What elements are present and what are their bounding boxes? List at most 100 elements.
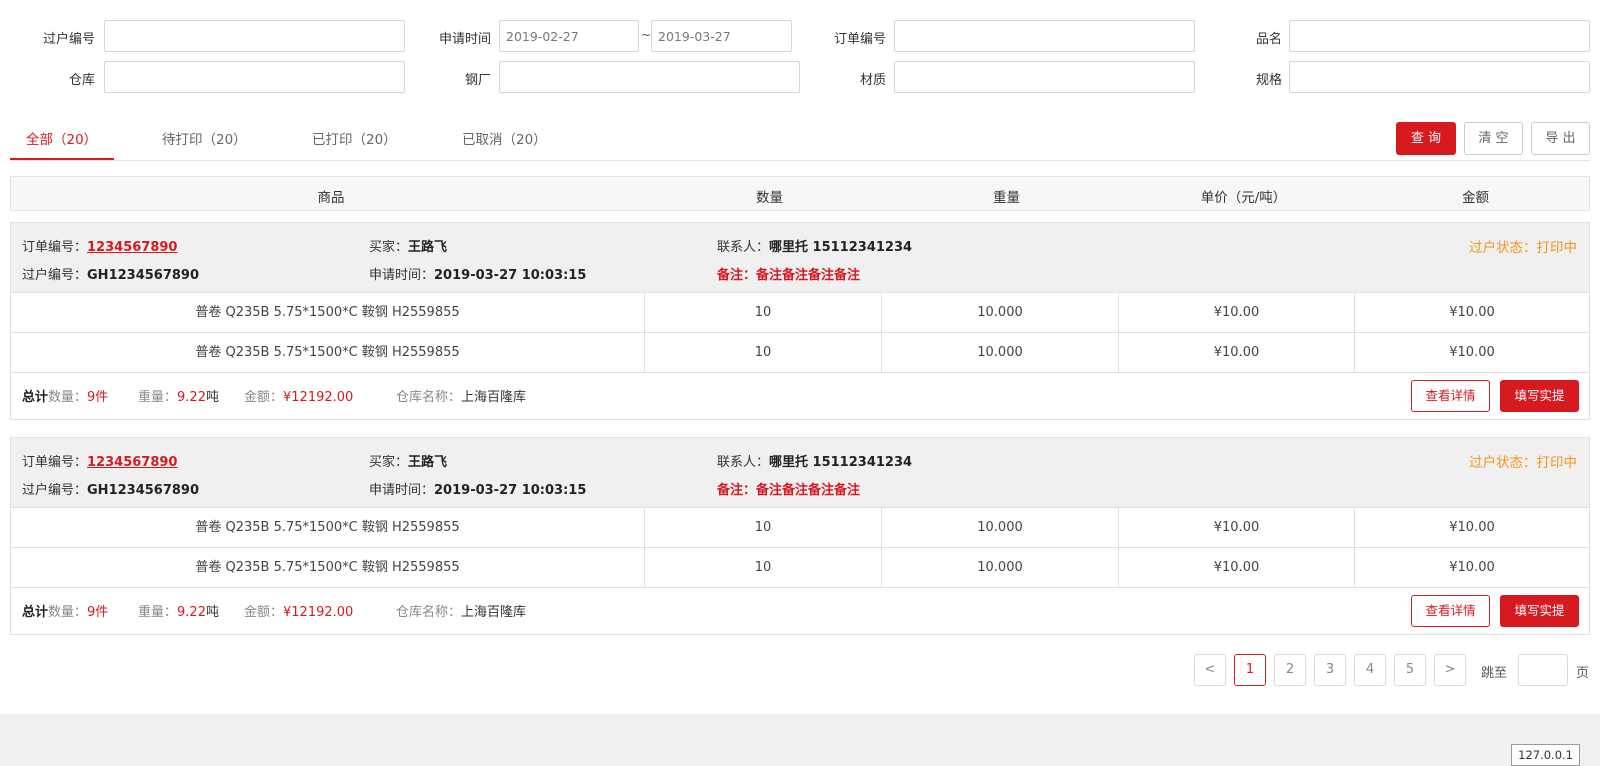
buyer-value: 王路飞 bbox=[408, 240, 448, 255]
transfer-no: 过户编号：GH1234567890 bbox=[22, 479, 199, 498]
page-2-button[interactable]: 2 bbox=[1274, 654, 1306, 686]
cell-unit-price: ¥10.00 bbox=[1118, 548, 1354, 588]
view-detail-button[interactable]: 查看详情 bbox=[1411, 595, 1490, 627]
order-no-link[interactable]: 1234567890 bbox=[87, 455, 177, 470]
tab-printed[interactable]: 已打印（20） bbox=[312, 128, 397, 148]
warehouse-name-value: 上海百隆库 bbox=[461, 605, 527, 620]
page-5-button[interactable]: 5 bbox=[1394, 654, 1426, 686]
cell-product: 普卷 Q235B 5.75*1500*C 鞍钢 H2559855 bbox=[195, 345, 460, 360]
remark-label: 备注： bbox=[717, 268, 757, 283]
spec-label: 规格 bbox=[1255, 73, 1282, 88]
col-product: 商品 bbox=[317, 190, 345, 206]
weight-value: 9.22 bbox=[177, 390, 206, 405]
status-tabs: 全部（20） 待打印（20） 已打印（20） 已取消（20） bbox=[10, 114, 1590, 161]
view-detail-button[interactable]: 查看详情 bbox=[1411, 380, 1490, 412]
cell-qty: 10 bbox=[644, 548, 881, 588]
filter-row-1: 过户编号 申请时间 2019-02-27 ~ 2019-03-27 订单编号 品… bbox=[0, 20, 1600, 52]
order-footer: 总计数量：9件 重量：9.22吨 金额：¥12192.00 仓库名称：上海百隆库… bbox=[11, 588, 1589, 634]
remark-label: 备注： bbox=[717, 483, 757, 498]
warehouse-name-label: 仓库名称： bbox=[396, 605, 462, 620]
warehouse-input[interactable] bbox=[104, 61, 405, 93]
weight-label: 重量： bbox=[138, 605, 178, 620]
amount-label: 金额： bbox=[244, 390, 284, 405]
export-button[interactable]: 导 出 bbox=[1531, 122, 1590, 155]
cell-amount: ¥10.00 bbox=[1354, 293, 1589, 333]
col-weight: 重量 bbox=[993, 190, 1020, 206]
weight-value: 9.22 bbox=[177, 605, 206, 620]
fill-actual-button[interactable]: 填写实提 bbox=[1500, 595, 1579, 627]
cell-amount: ¥10.00 bbox=[1354, 508, 1589, 548]
amount-value: ¥12192.00 bbox=[283, 605, 354, 620]
next-page-button[interactable]: > bbox=[1434, 654, 1466, 686]
mill-input[interactable] bbox=[499, 61, 800, 93]
apply-time: 申请时间：2019-03-27 10:03:15 bbox=[369, 264, 586, 283]
date-separator: ~ bbox=[641, 28, 652, 42]
col-amount: 金额 bbox=[1462, 190, 1489, 206]
amount-value: ¥12192.00 bbox=[283, 390, 354, 405]
qty-label: 数量： bbox=[48, 605, 88, 620]
apply-time-value: 2019-03-27 10:03:15 bbox=[434, 483, 587, 498]
contact: 联系人：哪里托 15112341234 bbox=[717, 451, 912, 470]
table-header: 商品 数量 重量 单价（元/吨） 金额 bbox=[10, 176, 1590, 211]
col-unit-price: 单价（元/吨） bbox=[1200, 190, 1287, 206]
transfer-no-label: 过户编号： bbox=[22, 268, 88, 283]
warehouse-name-value: 上海百隆库 bbox=[461, 390, 527, 405]
date-end-input[interactable]: 2019-03-27 bbox=[651, 20, 792, 52]
warehouse-name: 仓库名称：上海百隆库 bbox=[396, 601, 526, 620]
contact-label: 联系人： bbox=[717, 240, 770, 255]
transfer-status: 过户状态：打印中 bbox=[1469, 455, 1577, 471]
spec-input[interactable] bbox=[1289, 61, 1590, 93]
warehouse-label: 仓库 bbox=[68, 73, 95, 88]
cell-unit-price: ¥10.00 bbox=[1118, 508, 1354, 548]
fill-actual-button[interactable]: 填写实提 bbox=[1500, 380, 1579, 412]
qty-value: 9件 bbox=[87, 390, 109, 405]
remark: 备注：备注备注备注备注 bbox=[717, 479, 860, 498]
cell-weight: 10.000 bbox=[881, 548, 1118, 588]
cell-unit-price: ¥10.00 bbox=[1118, 293, 1354, 333]
transfer-no-label: 过户编号 bbox=[42, 32, 95, 47]
cell-weight: 10.000 bbox=[881, 508, 1118, 548]
prev-page-button[interactable]: < bbox=[1194, 654, 1226, 686]
table-row: 普卷 Q235B 5.75*1500*C 鞍钢 H2559855 10 10.0… bbox=[11, 333, 1589, 373]
weight-label: 重量： bbox=[138, 390, 178, 405]
cell-product: 普卷 Q235B 5.75*1500*C 鞍钢 H2559855 bbox=[195, 305, 460, 320]
order-card: 订单编号：1234567890 买家：王路飞 联系人：哪里托 151123412… bbox=[10, 222, 1590, 420]
page-1-button[interactable]: 1 bbox=[1234, 654, 1266, 686]
total-label: 总计 bbox=[22, 605, 49, 620]
remark: 备注：备注备注备注备注 bbox=[717, 264, 860, 283]
page-3-button[interactable]: 3 bbox=[1314, 654, 1346, 686]
amount-label: 金额： bbox=[244, 605, 284, 620]
date-start-input[interactable]: 2019-02-27 bbox=[499, 20, 639, 52]
query-button[interactable]: 查 询 bbox=[1396, 122, 1456, 155]
cell-amount: ¥10.00 bbox=[1354, 333, 1589, 373]
clear-button[interactable]: 清 空 bbox=[1464, 122, 1523, 155]
product-name-input[interactable] bbox=[1289, 20, 1590, 52]
tab-pending-print[interactable]: 待打印（20） bbox=[162, 128, 247, 148]
remark-value: 备注备注备注备注 bbox=[756, 483, 861, 498]
warehouse-name-label: 仓库名称： bbox=[396, 390, 462, 405]
buyer: 买家：王路飞 bbox=[369, 451, 447, 470]
transfer-no-value: GH1234567890 bbox=[87, 483, 200, 498]
tab-all[interactable]: 全部（20） bbox=[26, 128, 97, 148]
material-input[interactable] bbox=[894, 61, 1195, 93]
filter-row-2: 仓库 钢厂 材质 规格 bbox=[0, 61, 1600, 93]
cell-qty: 10 bbox=[644, 333, 881, 373]
cell-amount: ¥10.00 bbox=[1354, 548, 1589, 588]
order-no-input[interactable] bbox=[894, 20, 1195, 52]
buyer-label: 买家： bbox=[369, 240, 409, 255]
apply-time-label: 申请时间： bbox=[369, 483, 435, 498]
table-row: 普卷 Q235B 5.75*1500*C 鞍钢 H2559855 10 10.0… bbox=[11, 293, 1589, 333]
order-header: 订单编号：1234567890 买家：王路飞 联系人：哪里托 151123412… bbox=[11, 438, 1589, 508]
page-4-button[interactable]: 4 bbox=[1354, 654, 1386, 686]
transfer-no-input[interactable] bbox=[104, 20, 405, 52]
cell-weight: 10.000 bbox=[881, 333, 1118, 373]
order-no-link[interactable]: 1234567890 bbox=[87, 240, 177, 255]
order-header: 订单编号：1234567890 买家：王路飞 联系人：哪里托 151123412… bbox=[11, 223, 1589, 293]
jump-page-input[interactable] bbox=[1518, 654, 1568, 686]
apply-time-label: 申请时间： bbox=[369, 268, 435, 283]
apply-time: 申请时间：2019-03-27 10:03:15 bbox=[369, 479, 586, 498]
cell-qty: 10 bbox=[644, 293, 881, 333]
contact: 联系人：哪里托 15112341234 bbox=[717, 236, 912, 255]
tab-cancelled[interactable]: 已取消（20） bbox=[462, 128, 547, 148]
jump-to-label: 跳至 bbox=[1481, 666, 1508, 681]
